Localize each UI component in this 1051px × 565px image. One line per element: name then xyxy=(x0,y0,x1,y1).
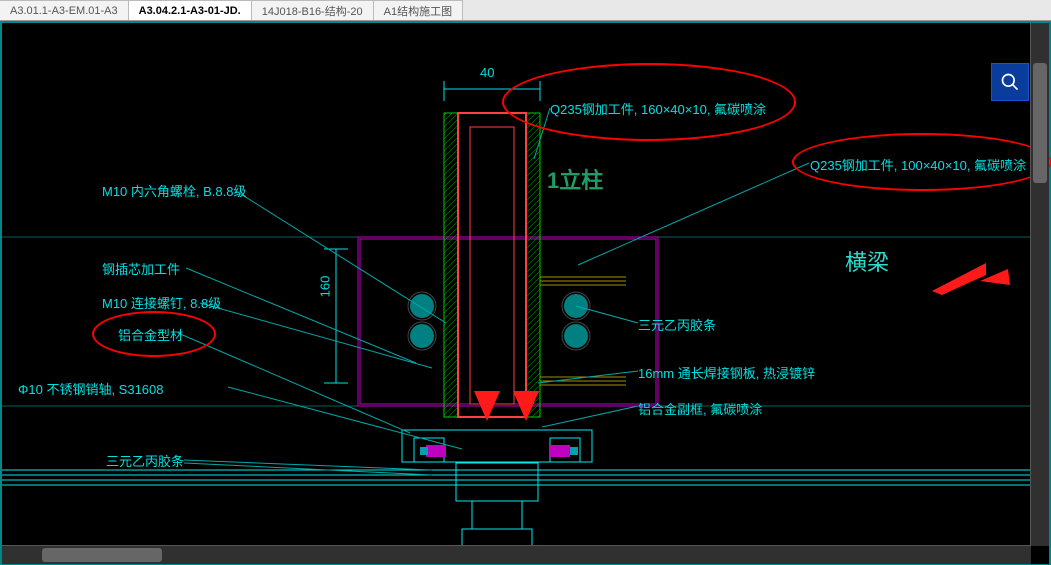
anno-alu-frame: 铝合金副框, 氟碳喷涂 xyxy=(638,399,762,418)
dimension-40: 40 xyxy=(480,65,494,80)
anno-m10-conn: M10 连接螺钉, 8.8级 xyxy=(102,293,221,312)
anno-alu: 铝合金型材 xyxy=(118,325,183,344)
search-button[interactable] xyxy=(991,63,1029,101)
search-icon xyxy=(1000,72,1020,92)
anno-m10-hex: M10 内六角螺栓, B.8.8级 xyxy=(102,181,246,200)
anno-q235-beam: Q235钢加工件, 100×40×10, 氟碳喷涂 xyxy=(810,155,1026,174)
tab-drawing-1[interactable]: A3.01.1-A3-EM.01-A3 xyxy=(0,0,129,20)
anno-ss-pin: Φ10 不锈钢销轴, S31608 xyxy=(18,379,164,398)
tab-drawing-3[interactable]: 14J018-B16-结构-20 xyxy=(252,0,374,20)
anno-weld: 16mm 通长焊接钢板, 热浸镀锌 xyxy=(638,363,815,382)
scrollbar-horizontal[interactable] xyxy=(2,545,1031,564)
anno-steel-core: 钢插芯加工件 xyxy=(102,259,180,278)
tab-strip: A3.01.1-A3-EM.01-A3 A3.04.2.1-A3-01-JD. … xyxy=(0,0,1051,21)
scroll-thumb-y[interactable] xyxy=(1033,63,1047,183)
tab-drawing-2[interactable]: A3.04.2.1-A3-01-JD. xyxy=(129,0,252,20)
overlay-column: 1立柱 xyxy=(547,163,603,195)
cad-viewport[interactable]: 40 160 M10 内六角螺栓, B.8.8级 钢插芯加工件 M10 连接螺钉… xyxy=(0,21,1051,565)
overlay-beam: 横梁 xyxy=(845,245,889,277)
anno-epdm-l: 三元乙丙胶条 xyxy=(106,451,184,470)
anno-epdm-r: 三元乙丙胶条 xyxy=(638,315,716,334)
dimension-160: 160 xyxy=(317,276,332,298)
anno-q235-main: Q235钢加工件, 160×40×10, 氟碳喷涂 xyxy=(550,99,766,118)
tab-drawing-4[interactable]: A1结构施工图 xyxy=(374,0,463,20)
scrollbar-vertical[interactable] xyxy=(1030,23,1049,546)
scroll-thumb-x[interactable] xyxy=(42,548,162,562)
